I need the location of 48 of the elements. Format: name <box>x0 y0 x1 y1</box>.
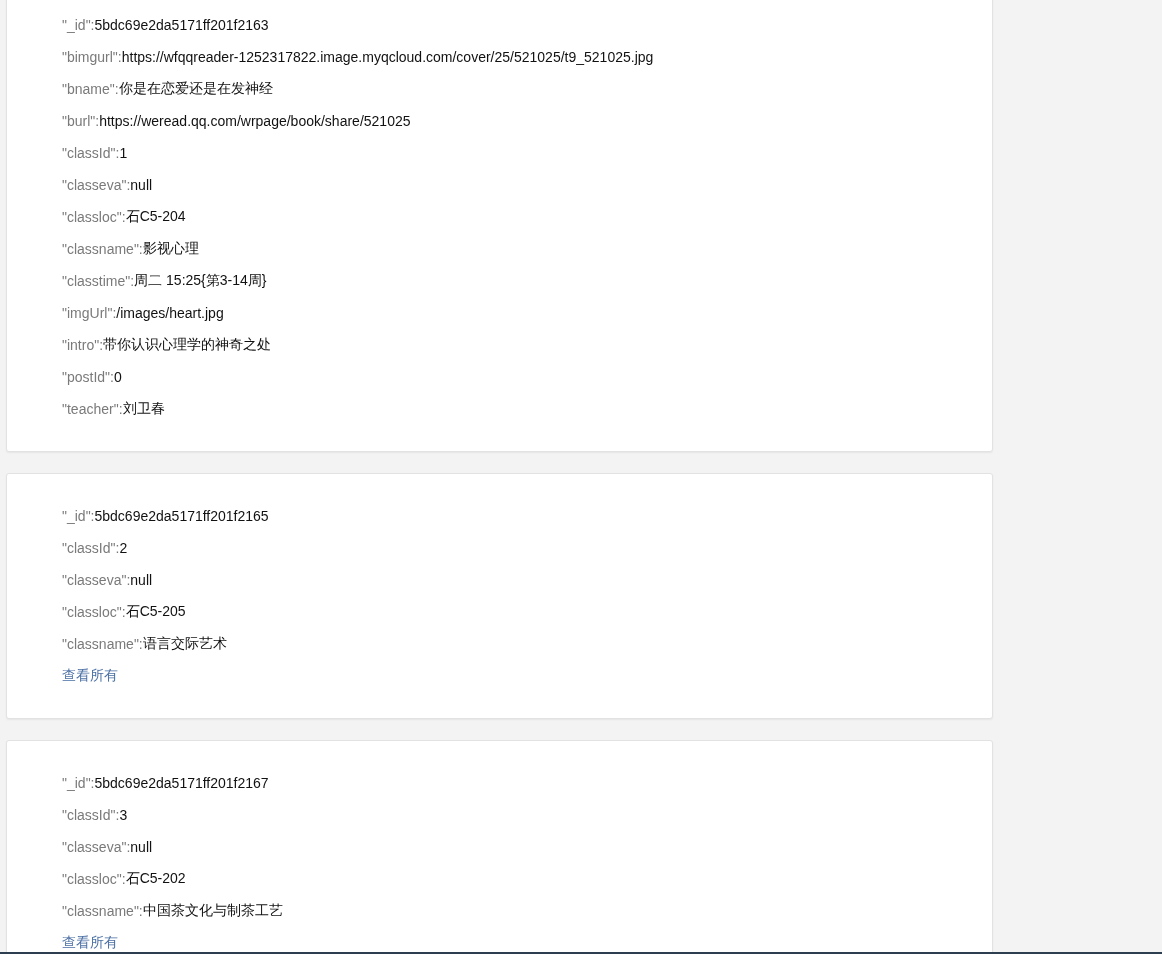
field-key: "classname": <box>62 636 143 652</box>
field-key: "classloc": <box>62 871 126 887</box>
field-key: "classloc": <box>62 209 126 225</box>
field-value: 5bdc69e2da5171ff201f2163 <box>94 17 269 33</box>
field-value: 5bdc69e2da5171ff201f2167 <box>94 775 269 791</box>
field-value: 你是在恋爱还是在发神经 <box>118 80 273 98</box>
field-value: 石C5-204 <box>125 208 186 226</box>
field-key: "bname": <box>62 81 119 97</box>
field-value: 语言交际艺术 <box>142 635 227 653</box>
field-key: "imgUrl": <box>62 305 117 321</box>
field-value: 刘卫春 <box>122 400 165 418</box>
field-key: "classId": <box>62 540 120 556</box>
field-key: "_id": <box>62 775 95 791</box>
field-value: 石C5-202 <box>125 870 186 888</box>
field-value: /images/heart.jpg <box>116 305 224 321</box>
view-all-link[interactable]: 查看所有 <box>62 667 118 685</box>
field-value: 影视心理 <box>142 240 199 258</box>
field-key: "postId": <box>62 369 114 385</box>
field-key: "classloc": <box>62 604 126 620</box>
field-key: "classeva": <box>62 177 131 193</box>
field-value: 0 <box>113 369 122 385</box>
field-value: 周二 15:25{第3-14周} <box>134 272 267 290</box>
field-key: "intro": <box>62 337 104 353</box>
field-key: "burl": <box>62 113 100 129</box>
field-value: null <box>130 839 153 855</box>
field-value: 3 <box>119 807 128 823</box>
field-key: "classtime": <box>62 273 135 289</box>
field-value: 1 <box>119 145 128 161</box>
field-key: "_id": <box>62 17 95 33</box>
field-value: null <box>130 572 153 588</box>
field-key: "_id": <box>62 508 95 524</box>
field-key: "classname": <box>62 241 143 257</box>
view-all-link[interactable]: 查看所有 <box>62 934 118 952</box>
field-key: "classId": <box>62 807 120 823</box>
field-key: "classeva": <box>62 839 131 855</box>
field-key: "bimgurl": <box>62 49 122 65</box>
field-value: https://weread.qq.com/wrpage/book/share/521025 <box>99 113 411 129</box>
field-key: "classId": <box>62 145 120 161</box>
field-value: null <box>130 177 153 193</box>
field-value: 中国茶文化与制茶工艺 <box>142 902 283 920</box>
field-key: "classname": <box>62 903 143 919</box>
field-value: https://wfqqreader-1252317822.image.myqcloud.com/cover/25/521025/t9_521025.jpg <box>121 49 654 65</box>
field-value: 带你认识心理学的神奇之处 <box>103 336 272 354</box>
field-key: "classeva": <box>62 572 131 588</box>
field-value: 5bdc69e2da5171ff201f2165 <box>94 508 269 524</box>
field-value: 2 <box>119 540 128 556</box>
field-value: 石C5-205 <box>125 603 186 621</box>
field-key: "teacher": <box>62 401 123 417</box>
